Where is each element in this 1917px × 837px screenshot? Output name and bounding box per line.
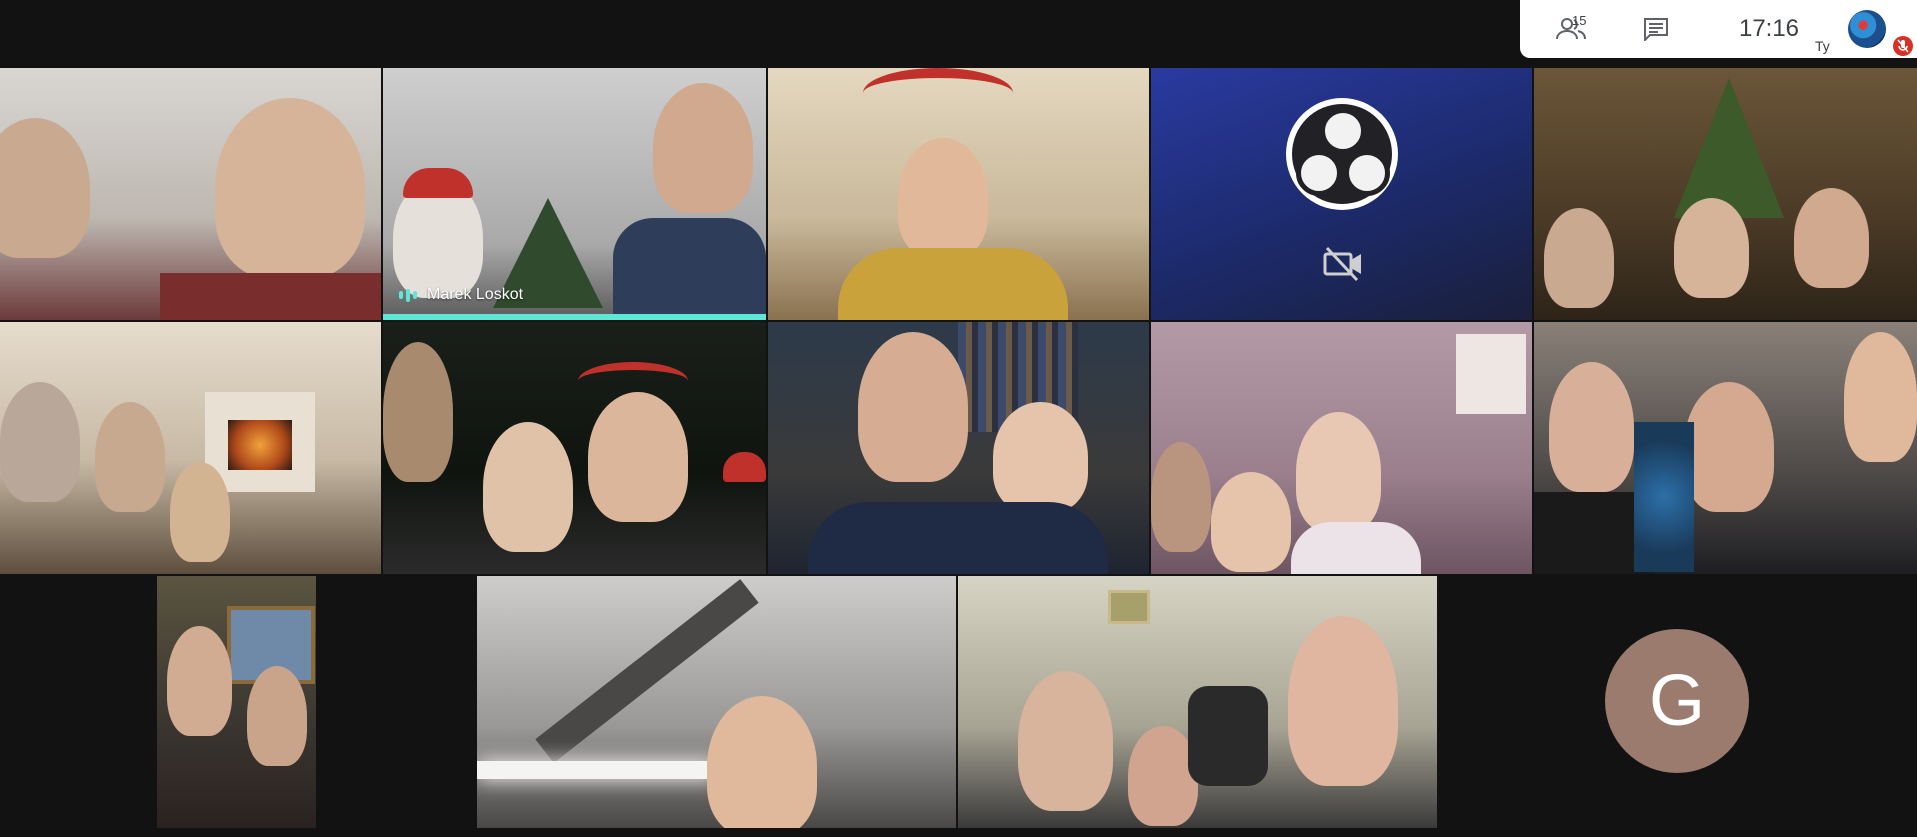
fireplace-fire: [228, 420, 292, 470]
audio-equalizer-icon: [399, 288, 417, 302]
participant-avatar[interactable]: G: [1605, 629, 1749, 773]
baby-figure: [993, 402, 1088, 512]
self-video-thumbnail[interactable]: [1848, 10, 1886, 48]
participant-figure: [588, 392, 688, 522]
reindeer-antlers: [863, 68, 1013, 118]
participant-figure: [1674, 198, 1749, 298]
video-tile-obs[interactable]: [1151, 68, 1532, 320]
participant-figure: [858, 332, 968, 482]
clock-time: 17:16: [1738, 15, 1800, 42]
participant-figure: [1844, 332, 1917, 462]
ceiling-light: [477, 761, 717, 779]
video-off-icon: [1323, 246, 1363, 287]
christmas-tree: [1634, 422, 1694, 572]
participant-figure: [0, 382, 80, 502]
participant-figure: [483, 422, 573, 552]
participant-figure: [95, 402, 165, 512]
participant-figure: [707, 696, 817, 828]
video-tile-kids-pink[interactable]: [1151, 322, 1532, 574]
participant-figure: [653, 83, 753, 213]
participant-figure: [1018, 671, 1113, 811]
participants-count: 15: [1572, 13, 1587, 28]
participant-name: Marek Loskot: [427, 286, 524, 303]
video-tile-marek-loskot[interactable]: Marek Loskot: [383, 68, 766, 320]
obs-logo: [1286, 98, 1398, 210]
video-tile-family-antlers[interactable]: [383, 322, 766, 574]
participant-figure: [0, 118, 90, 258]
video-tile-living-room[interactable]: [0, 322, 381, 574]
participant-figure: [1544, 208, 1614, 308]
participant-figure: [898, 138, 988, 258]
participant-suit: [613, 218, 766, 320]
mic-off-icon: [1897, 39, 1909, 53]
christmas-tree: [1674, 78, 1784, 218]
participant-figure: [1151, 442, 1211, 552]
santa-hat: [403, 168, 473, 198]
participant-figure: [215, 98, 365, 278]
chat-button[interactable]: [1636, 0, 1676, 58]
participant-figure: [167, 626, 232, 736]
video-tile-mother-baby[interactable]: [768, 322, 1149, 574]
participant-sweater: [1291, 522, 1421, 574]
santa-hat: [723, 452, 766, 482]
video-tile-family-tree[interactable]: [1534, 68, 1917, 320]
participant-figure: [1288, 616, 1398, 786]
chat-icon: [1644, 18, 1668, 41]
video-tile-girl-reindeer[interactable]: [768, 68, 1149, 320]
office-chair: [1188, 686, 1268, 786]
reindeer-antlers: [578, 362, 688, 400]
participant-figure: [383, 342, 453, 482]
video-tile-girl-ceiling[interactable]: [477, 576, 956, 828]
participant-figure: [1296, 412, 1381, 532]
wall-picture: [1108, 590, 1150, 624]
participant-figure: [1211, 472, 1291, 572]
participant-sweater: [838, 248, 1068, 320]
meeting-info-panel: 15 17:16 Ty: [1520, 0, 1917, 58]
participant-figure: [1684, 382, 1774, 512]
participant-shirt: [160, 273, 381, 320]
active-speaker-indicator: [383, 314, 766, 320]
participant-name-label: Marek Loskot: [399, 286, 523, 304]
participants-button[interactable]: [1546, 0, 1596, 58]
video-tile-siblings[interactable]: [1534, 322, 1917, 574]
video-tile-couple[interactable]: [157, 576, 316, 828]
participant-figure: [170, 462, 230, 562]
video-tile-boys-glasses[interactable]: [0, 68, 381, 320]
participant-figure: [247, 666, 307, 766]
participant-figure: [1549, 362, 1634, 492]
mic-off-indicator: [1893, 36, 1913, 56]
bird-painting: [1456, 334, 1526, 414]
self-label: Ty: [1815, 38, 1830, 54]
participant-sweater: [808, 502, 1108, 574]
avatar-initial: G: [1648, 661, 1705, 741]
video-tile-family-chair[interactable]: [958, 576, 1437, 828]
participant-figure: [1794, 188, 1869, 288]
